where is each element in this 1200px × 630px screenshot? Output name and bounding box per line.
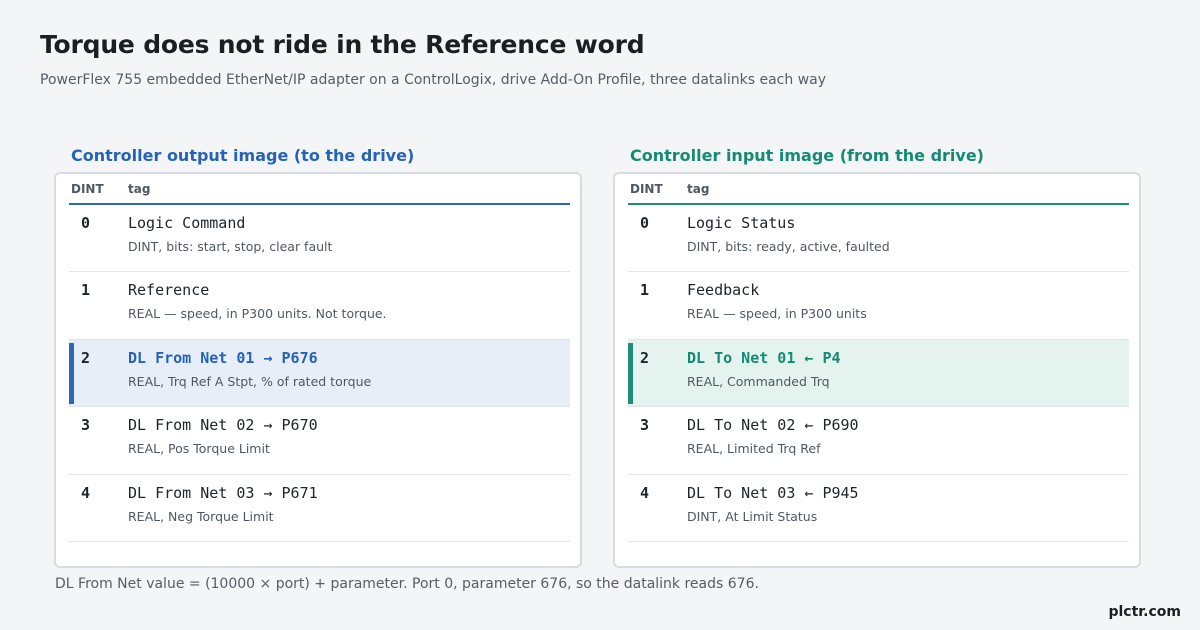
tag-description: REAL, Neg Torque Limit <box>128 508 274 524</box>
tag-description: REAL, Limited Trq Ref <box>687 441 821 457</box>
tag-name: Reference <box>128 281 210 300</box>
dint-index: 1 <box>81 281 91 300</box>
tag-name: DL To Net 03 ← P945 <box>687 483 859 502</box>
tag-name: DL To Net 02 ← P690 <box>687 416 859 435</box>
table-row: 3 DL To Net 02 ← P690 REAL, Limited Trq … <box>628 407 1129 475</box>
dint-index: 4 <box>81 483 91 502</box>
tag-name: DL From Net 03 → P671 <box>128 483 318 502</box>
tag-name: Feedback <box>687 281 760 300</box>
tag-name: Logic Command <box>128 214 246 232</box>
input-image-heading: Controller input image (from the drive) <box>630 146 984 165</box>
tag-name: DL From Net 01 → P676 <box>128 348 318 367</box>
table-row: 0 Logic Command DINT, bits: start, stop,… <box>69 205 570 273</box>
tag-name: DL To Net 01 ← P4 <box>687 348 841 367</box>
footnote: DL From Net value = (10000 × port) + par… <box>55 576 759 592</box>
tag-description: REAL — speed, in P300 units. Not torque. <box>128 306 387 322</box>
table-row: 3 DL From Net 02 → P670 REAL, Pos Torque… <box>69 407 570 475</box>
brand-mark: plctr.com <box>1108 604 1181 620</box>
tag-description: REAL, Pos Torque Limit <box>128 441 270 457</box>
table-row: 0 Logic Status DINT, bits: ready, active… <box>628 205 1129 273</box>
page-title: Torque does not ride in the Reference wo… <box>40 30 645 59</box>
dint-index: 4 <box>640 483 650 502</box>
tag-column-header: tag <box>687 182 710 196</box>
highlight-accent-bar <box>628 342 633 404</box>
table-row: 4 DL From Net 03 → P671 REAL, Neg Torque… <box>69 475 570 542</box>
highlighted-table-row: 2 DL From Net 01 → P676 REAL, Trq Ref A … <box>69 339 570 408</box>
tag-name: Logic Status <box>687 214 796 232</box>
table-row: 1 Reference REAL — speed, in P300 units.… <box>69 272 570 340</box>
dint-index: 0 <box>640 214 650 232</box>
dint-index: 2 <box>640 348 650 367</box>
tag-description: DINT, bits: start, stop, clear fault <box>128 239 333 254</box>
tag-name: DL From Net 02 → P670 <box>128 416 318 435</box>
tag-description: REAL, Trq Ref A Stpt, % of rated torque <box>128 373 372 389</box>
tag-description: REAL — speed, in P300 units <box>687 306 867 322</box>
tag-description: REAL, Commanded Trq <box>687 373 830 389</box>
output-image-panel: DINT tag 0 Logic Command DINT, bits: sta… <box>54 172 582 568</box>
dint-column-header: DINT <box>630 182 663 196</box>
tag-description: DINT, At Limit Status <box>687 508 818 524</box>
dint-index: 0 <box>81 214 91 232</box>
table-row: 1 Feedback REAL — speed, in P300 units <box>628 272 1129 340</box>
output-rows: 0 Logic Command DINT, bits: start, stop,… <box>69 205 570 542</box>
dint-column-header: DINT <box>71 182 104 196</box>
tag-description: DINT, bits: ready, active, faulted <box>687 239 890 254</box>
dint-index: 1 <box>640 281 650 300</box>
table-row: 4 DL To Net 03 ← P945 DINT, At Limit Sta… <box>628 475 1129 542</box>
highlight-accent-bar <box>69 342 74 404</box>
tag-column-header: tag <box>128 182 151 196</box>
output-image-heading: Controller output image (to the drive) <box>71 146 415 165</box>
highlighted-table-row: 2 DL To Net 01 ← P4 REAL, Commanded Trq <box>628 339 1129 408</box>
input-rows: 0 Logic Status DINT, bits: ready, active… <box>628 205 1129 542</box>
page-subtitle: PowerFlex 755 embedded EtherNet/IP adapt… <box>40 72 827 88</box>
dint-index: 3 <box>81 416 91 435</box>
dint-index: 3 <box>640 416 650 435</box>
input-image-panel: DINT tag 0 Logic Status DINT, bits: read… <box>613 172 1141 568</box>
dint-index: 2 <box>81 348 91 367</box>
